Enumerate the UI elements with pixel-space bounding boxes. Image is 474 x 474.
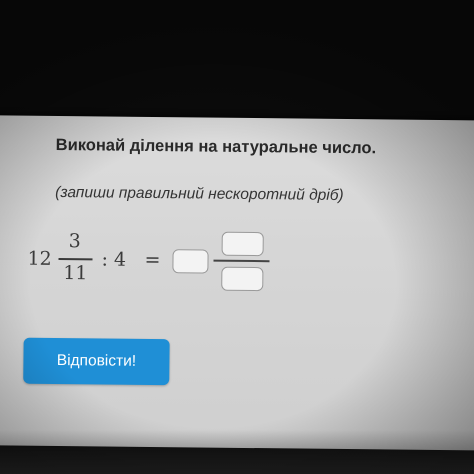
mixed-number-whole: 12 — [27, 247, 52, 270]
task-panel: Виконай ділення на натуральне число. (за… — [23, 130, 474, 386]
math-expression: 12 3 11 : 4 = — [27, 230, 328, 303]
answer-denominator-input[interactable] — [221, 266, 264, 292]
task-title: Виконай ділення на натуральне число. — [55, 135, 377, 158]
fraction-denominator: 11 — [63, 262, 88, 285]
answer-whole-input[interactable] — [172, 249, 209, 274]
answer-fraction-bar — [213, 259, 270, 262]
fraction-numerator: 3 — [68, 230, 81, 253]
fraction-bar — [58, 258, 93, 260]
equals-sign: = — [144, 248, 161, 272]
task-hint: (запиши правильний нескоротний дріб) — [55, 183, 344, 204]
screen-area: Виконай ділення на натуральне число. (за… — [0, 115, 474, 451]
division-operator: : 4 — [101, 248, 127, 271]
submit-answer-button[interactable]: Відповісти! — [23, 337, 170, 386]
answer-numerator-input[interactable] — [221, 231, 264, 257]
photo-frame: Виконай ділення на натуральне число. (за… — [0, 0, 474, 474]
